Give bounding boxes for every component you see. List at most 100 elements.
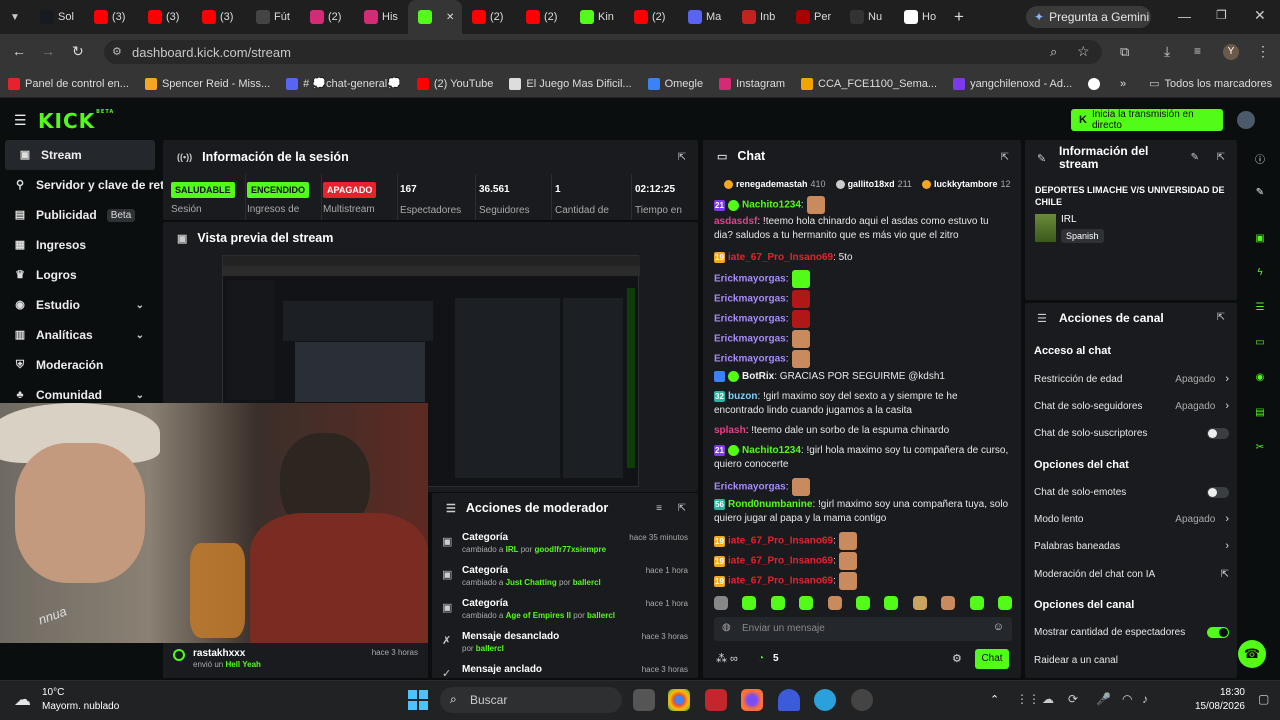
channel-setting-row[interactable]: Moderación del chat con IA ⇱ xyxy=(1034,565,1229,583)
steam-icon[interactable] xyxy=(851,689,873,711)
browser-tab[interactable]: (2) xyxy=(462,0,516,34)
top-gifter[interactable]: luckkytambore 12 xyxy=(921,177,1010,191)
media-icon[interactable]: ≡ xyxy=(1194,44,1201,58)
chat-message[interactable]: Erickmayorgas: xyxy=(714,350,1010,368)
hamburger-menu-icon[interactable]: ☰ xyxy=(14,112,27,129)
channel-setting-row[interactable]: Chat de solo-seguidores Apagado › xyxy=(1034,397,1229,415)
chat-message[interactable]: 32 buzon: !girl maximo soy del sexto a y … xyxy=(714,390,1010,418)
telegram-icon[interactable] xyxy=(814,689,836,711)
browser-tab[interactable]: Ma xyxy=(678,0,732,34)
popout-icon[interactable]: ⇱ xyxy=(1217,152,1225,163)
download-icon[interactable]: ⤓ xyxy=(1164,43,1170,60)
profile-avatar[interactable]: Y xyxy=(1223,44,1239,60)
all-bookmarks[interactable]: » ▭ Todos los marcadores xyxy=(1112,77,1280,91)
gemini-button[interactable]: ✦ Pregunta a Gemini xyxy=(1026,6,1151,28)
setting-control[interactable]: › xyxy=(1225,540,1229,552)
setting-control[interactable] xyxy=(1207,486,1229,498)
microphone-icon[interactable]: 🎤 xyxy=(1096,692,1111,706)
url-input[interactable]: ⚙ dashboard.kick.com/stream xyxy=(104,40,1102,64)
channel-points[interactable]: 5 xyxy=(773,653,779,664)
bookmark-item[interactable]: Spencer Reid - Miss... xyxy=(137,77,278,90)
bookmark-item[interactable]: CCA_FCE1100_Sema... xyxy=(793,77,945,90)
preview-rail-icon[interactable]: ▣ xyxy=(1250,228,1270,248)
popout-icon[interactable]: ⇱ xyxy=(1217,312,1225,323)
emote-option[interactable] xyxy=(884,596,899,610)
chat-username[interactable]: Rond0numbanine xyxy=(728,499,812,510)
tool-rail-icon[interactable]: ✂ xyxy=(1250,437,1270,457)
browser-tab[interactable]: Sol xyxy=(30,0,84,34)
top-gifter[interactable]: renegademastah 410 xyxy=(724,177,826,191)
overflow-chevron-icon[interactable]: » xyxy=(1120,78,1126,90)
channel-setting-row[interactable]: Mostrar cantidad de espectadores xyxy=(1034,623,1229,641)
edit-icon[interactable]: ✎ xyxy=(1191,152,1199,163)
file-explorer-icon[interactable] xyxy=(633,689,655,711)
chat-message[interactable]: Erickmayorgas: xyxy=(714,330,1010,348)
channel-setting-row[interactable]: Chat de solo-suscriptores xyxy=(1034,424,1229,442)
bookmark-item[interactable]: Omegle xyxy=(640,77,712,90)
site-info-icon[interactable]: ⚙ xyxy=(112,45,122,58)
chat-username[interactable]: Erickmayorgas xyxy=(714,294,786,305)
browser-tab[interactable]: Kin xyxy=(570,0,624,34)
clock-time[interactable]: 18:30 xyxy=(1190,687,1245,698)
user-avatar[interactable] xyxy=(1237,111,1255,129)
channel-setting-row[interactable]: Raidear a un canal xyxy=(1034,651,1229,669)
close-window-button[interactable]: ✕ xyxy=(1254,7,1266,24)
emote-option[interactable] xyxy=(799,596,814,610)
tray-cloud-icon[interactable]: ☁ xyxy=(1042,692,1054,706)
chat-username[interactable]: Nachito1234 xyxy=(742,200,801,211)
chat-username[interactable]: buzon xyxy=(728,391,757,402)
chat-username[interactable]: Erickmayorgas xyxy=(714,274,786,285)
broadcast-rail-icon[interactable]: ◉ xyxy=(1250,367,1270,387)
menu-icon[interactable]: ⋮ xyxy=(1256,43,1270,60)
forward-icon[interactable]: → xyxy=(41,43,55,59)
chat-message[interactable]: BotRix: GRACIAS POR SEGUIRME @kdsh1 xyxy=(714,370,1010,384)
browser-tab[interactable]: (3) xyxy=(138,0,192,34)
list-rail-icon[interactable]: ☰ xyxy=(1250,297,1270,317)
chat-message[interactable]: 21 Nachito1234: xyxy=(714,196,1010,214)
weather-icon[interactable]: ☁ xyxy=(14,690,31,710)
mod-action-item[interactable]: ✓ Mensaje anclado hace 3 horas xyxy=(442,664,692,678)
sidebar-item[interactable]: ▥ Analíticas ⌄ xyxy=(0,320,160,350)
wifi-icon[interactable]: ◠ xyxy=(1122,692,1132,706)
bookmark-item[interactable]: El Juego Mas Dificil... xyxy=(501,77,639,90)
notifications-icon[interactable]: ▢ xyxy=(1258,692,1269,706)
emote-option[interactable] xyxy=(941,596,956,610)
taskbar-search[interactable]: ⌕ Buscar xyxy=(440,687,622,713)
emote-option[interactable] xyxy=(855,596,870,610)
app-red-icon[interactable] xyxy=(705,689,727,711)
chat-message[interactable]: 56 Rond0numbanine: !girl maximo soy una c… xyxy=(714,498,1010,526)
category-name[interactable]: IRL xyxy=(1061,214,1077,225)
arc-icon[interactable] xyxy=(778,689,800,711)
bookmark-item[interactable]: Panel de control en... xyxy=(0,77,137,90)
browser-tab[interactable]: (3) xyxy=(192,0,246,34)
chat-settings-icon[interactable]: ⚙ xyxy=(952,652,962,665)
chat-username[interactable]: Nachito1234 xyxy=(742,445,801,456)
browser-tab[interactable]: Fút xyxy=(246,0,300,34)
browser-tab[interactable]: (2) xyxy=(624,0,678,34)
chat-message[interactable]: asdasdsf: !teemo hola chinardo aqui el a… xyxy=(714,215,1010,243)
browser-tab[interactable]: ✕ xyxy=(408,0,462,34)
sidebar-item[interactable]: ⚲ Servidor y clave de retran xyxy=(0,170,183,200)
toggle-switch[interactable] xyxy=(1207,427,1229,439)
top-gifter[interactable]: gallito18xd 211 xyxy=(835,177,912,191)
chat-message[interactable]: splash: !teemo dale un sorbo de la espum… xyxy=(714,424,1010,438)
browser-tab[interactable]: (2) xyxy=(516,0,570,34)
chat-username[interactable]: iate_67_Pro_Insano69 xyxy=(728,576,833,587)
emote-option[interactable] xyxy=(742,596,757,610)
windows-start-icon[interactable] xyxy=(408,690,428,710)
browser-tab[interactable]: Nu xyxy=(840,0,894,34)
sidebar-item[interactable]: ⛨ Moderación xyxy=(0,350,160,380)
bookmark-item[interactable]: # 💭chat-general💭 xyxy=(278,77,409,90)
tab-list-button[interactable]: ▼ xyxy=(0,12,30,23)
info-icon[interactable]: ⓘ xyxy=(1250,148,1270,168)
chat-username[interactable]: iate_67_Pro_Insano69 xyxy=(728,556,833,567)
clock-date[interactable]: 15/08/2026 xyxy=(1182,701,1245,712)
extensions-icon[interactable]: ⧉ xyxy=(1120,44,1129,60)
layers-rail-icon[interactable]: ▤ xyxy=(1250,402,1270,422)
chat-username[interactable]: BotRix xyxy=(742,371,774,382)
chat-message[interactable]: 19 iate_67_Pro_Insano69: xyxy=(714,572,1010,590)
bookmark-item[interactable]: (2) YouTube xyxy=(409,77,502,90)
emote-option[interactable] xyxy=(969,596,984,610)
browser-tab[interactable]: His xyxy=(354,0,408,34)
pencil-icon[interactable]: ✎ xyxy=(1250,182,1270,202)
